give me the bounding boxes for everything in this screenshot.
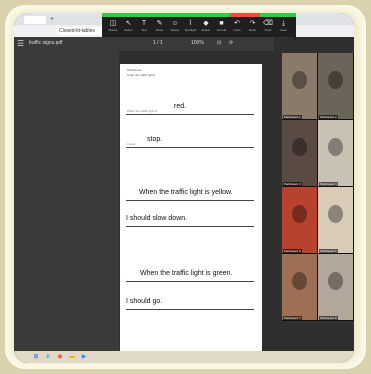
windows-icon[interactable]: ⊞ xyxy=(32,353,40,361)
video-gallery: Participant 1 Participant 2 Participant 3 P… xyxy=(282,53,354,321)
redo-icon: ↷ xyxy=(249,20,256,27)
menu-icon[interactable]: ☰ xyxy=(17,39,24,48)
participant-video-tile[interactable]: Participant 2 xyxy=(318,53,353,119)
zoom-tool-draw-button[interactable]: ✎ Draw xyxy=(153,20,167,32)
participant-video-tile[interactable]: Participant 6 xyxy=(318,187,353,253)
participant-name: Participant 7 xyxy=(283,316,302,320)
zoom-tool-label: Draw xyxy=(155,28,163,32)
zoom-tool-label: Clear xyxy=(264,28,272,32)
pdf-page: Worksheet Color the traffic lights When … xyxy=(120,64,262,363)
undo-icon: ↶ xyxy=(234,20,240,27)
participant-name: Participant 8 xyxy=(319,316,338,320)
page-indicator: 1 / 1 xyxy=(153,40,163,46)
row5-bullet: ◦ xyxy=(127,276,129,280)
participant-video-tile[interactable]: Participant 7 xyxy=(282,254,317,320)
zoom-tool-label: Save xyxy=(280,28,287,32)
participant-video-tile[interactable]: Participant 3 xyxy=(282,120,317,186)
zoom-tool-save-button[interactable]: ⤓ Save xyxy=(277,20,291,32)
participant-video-tile[interactable]: Participant 8 xyxy=(318,254,353,320)
zoom-tool-label: Redo xyxy=(248,28,257,32)
row3-answer: When the traffic light is yellow. xyxy=(139,189,233,196)
zoom-icon[interactable]: ▶ xyxy=(80,353,88,361)
zoom-tool-label: Mouse xyxy=(108,28,118,32)
participant-silhouette xyxy=(328,205,343,223)
zoom-tool-spotlight-button[interactable]: ⌇ Spotlight xyxy=(184,20,198,32)
worksheet-heading: Worksheet xyxy=(127,68,142,72)
participant-silhouette xyxy=(292,71,307,89)
participant-name: Participant 1 xyxy=(283,115,302,119)
windows-taskbar: ⊞ e ◉ ▬ ▶ xyxy=(14,351,354,363)
zoom-level[interactable]: 100% xyxy=(191,40,204,46)
rotate-icon[interactable]: ⟳ xyxy=(229,40,233,46)
participant-silhouette xyxy=(328,272,343,290)
save-icon: ⤓ xyxy=(281,20,286,27)
answer-line xyxy=(126,114,254,115)
zoom-tool-clear-button[interactable]: ⌫ Clear xyxy=(261,20,275,32)
pdf-sidebar: ☰ traffic signs.pdf xyxy=(14,37,119,363)
zoom-tool-eraser-button[interactable]: ◆ Eraser xyxy=(199,20,213,32)
format-icon: ■ xyxy=(219,20,224,27)
answer-line xyxy=(126,147,254,148)
mouse-icon: ◫ xyxy=(109,20,117,27)
participant-name: Participant 2 xyxy=(319,115,338,119)
zoom-tool-mouse-button[interactable]: ◫ Mouse xyxy=(106,20,120,32)
pdf-toolbar: 1 / 1 100% ⊡ ⟳ xyxy=(119,37,274,51)
row5-answer: When the traffic light is green. xyxy=(140,270,233,277)
row2-answer: stop. xyxy=(147,136,163,143)
participant-name: Participant 4 xyxy=(319,182,338,186)
zoom-tool-label: Select xyxy=(124,28,133,32)
zoom-tool-label: Undo xyxy=(233,28,241,32)
stamp-icon: ☺ xyxy=(171,20,179,27)
eraser-icon: ◆ xyxy=(203,20,209,27)
zoom-tool-text-button[interactable]: T Text xyxy=(137,20,151,32)
participant-name: Participant 5 xyxy=(283,249,302,253)
zoom-tool-stamp-button[interactable]: ☺ Stamp xyxy=(168,20,182,32)
participant-video-tile[interactable]: Participant 4 xyxy=(318,120,353,186)
zoom-tool-select-button[interactable]: ↖ Select xyxy=(122,20,136,32)
row2-prompt: I must xyxy=(127,142,136,146)
answer-line xyxy=(126,226,254,227)
zoom-tool-label: Format xyxy=(216,28,227,32)
row1-answer: red. xyxy=(174,103,187,110)
row1-prompt: When the traffic light is xyxy=(127,109,158,113)
participant-silhouette xyxy=(328,138,343,156)
browser-tab[interactable] xyxy=(24,16,46,24)
monitor-screen: + ← → ⟳ Closed-lit-tables ◫Mouse↖SelectT… xyxy=(14,13,354,363)
participant-name: Participant 6 xyxy=(319,249,338,253)
select-icon: ↖ xyxy=(125,20,132,27)
zoom-tool-format-button[interactable]: ■ Format xyxy=(215,20,229,32)
worksheet-subheading: Color the traffic lights xyxy=(127,73,156,77)
zoom-tool-label: Text xyxy=(141,28,147,32)
participant-silhouette xyxy=(292,272,307,290)
edge-icon[interactable]: e xyxy=(44,353,52,361)
row4-answer: I should slow down. xyxy=(126,215,188,222)
participant-silhouette xyxy=(292,138,307,156)
folder-icon[interactable]: ▬ xyxy=(68,353,76,361)
row6-answer: I should go. xyxy=(126,298,163,305)
answer-line xyxy=(126,281,254,282)
zoom-tool-redo-button[interactable]: ↷ Redo xyxy=(246,20,260,32)
participant-silhouette xyxy=(292,205,307,223)
zoom-tool-label: Eraser xyxy=(201,28,211,32)
participant-name: Participant 3 xyxy=(283,182,302,186)
participant-video-tile[interactable]: Participant 5 xyxy=(282,187,317,253)
participant-silhouette xyxy=(328,71,343,89)
row3-bullet: ◦ xyxy=(127,195,129,199)
answer-line xyxy=(126,309,254,310)
participant-video-tile[interactable]: Participant 1 xyxy=(282,53,317,119)
text-icon: T xyxy=(141,20,147,27)
new-tab-button[interactable]: + xyxy=(50,16,54,23)
draw-icon: ✎ xyxy=(156,20,163,27)
zoom-stop-share-indicator[interactable] xyxy=(230,13,260,17)
answer-line xyxy=(126,200,254,201)
spotlight-icon: ⌇ xyxy=(188,20,193,27)
zoom-tool-label: Stamp xyxy=(170,28,180,32)
fit-page-icon[interactable]: ⊡ xyxy=(217,40,221,46)
chrome-icon[interactable]: ◉ xyxy=(56,353,64,361)
zoom-tool-undo-button[interactable]: ↶ Undo xyxy=(230,20,244,32)
clear-icon: ⌫ xyxy=(263,20,273,27)
zoom-tool-label: Spotlight xyxy=(184,28,197,32)
pdf-title: traffic signs.pdf xyxy=(29,40,63,46)
